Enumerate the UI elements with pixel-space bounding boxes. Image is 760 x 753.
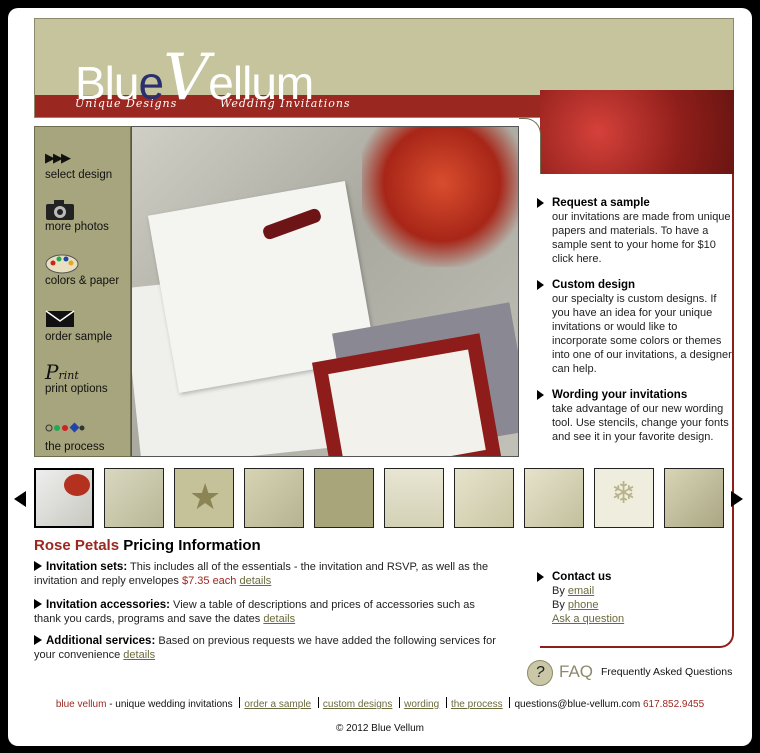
nav-colors-paper[interactable]: colors & paper (45, 253, 130, 287)
print-icon: Print (45, 360, 79, 384)
copyright: © 2012 Blue Vellum (336, 723, 424, 734)
accessories-details-link[interactable]: details (263, 613, 295, 625)
footer-process-link[interactable]: the process (451, 699, 503, 710)
thumbnail-5[interactable] (314, 468, 374, 528)
process-icon (45, 419, 130, 441)
nav-the-process[interactable]: the process (45, 419, 130, 453)
bullet-arrow-icon (34, 561, 42, 571)
tagline-wedding-invitations: Wedding Invitations (220, 97, 351, 110)
envelope-icon (45, 309, 130, 331)
nav-more-photos[interactable]: more photos (45, 199, 130, 233)
thumbnail-rose-petals[interactable] (34, 468, 94, 528)
nav-select-design[interactable]: ▶▶▶ select design (45, 147, 130, 181)
question-icon: ? (527, 660, 553, 686)
request-arrow-icon (537, 198, 544, 208)
main-product-photo (131, 126, 519, 457)
pricing-additional-services: Additional services: Based on previous r… (34, 635, 496, 661)
tagline-unique-designs: Unique Designs (75, 97, 178, 110)
nav-order-sample[interactable]: order sample (45, 309, 130, 343)
nav-print-options[interactable]: Print print options (45, 361, 130, 395)
footer-order-sample-link[interactable]: order a sample (244, 699, 311, 710)
email-link[interactable]: email (568, 585, 594, 597)
wording-arrow-icon (537, 390, 544, 400)
camera-icon (45, 199, 130, 221)
photo-flowers (362, 127, 518, 267)
thumbnail-6[interactable] (384, 468, 444, 528)
thumbnail-starfish[interactable]: ★ (174, 468, 234, 528)
thumbnail-snowflake[interactable]: ❄ (594, 468, 654, 528)
footer-custom-designs-link[interactable]: custom designs (323, 699, 392, 710)
wording-section[interactable]: Wording your invitations take advantage … (552, 388, 734, 444)
thumbnail-4[interactable] (244, 468, 304, 528)
left-navigation: ▶▶▶ select design more photos colors & p… (34, 126, 131, 457)
footer-nav: blue vellum - unique wedding invitations… (55, 697, 705, 710)
phone-link[interactable]: phone (568, 599, 599, 611)
pricing-invitation-accessories: Invitation accessories: View a table of … (34, 599, 475, 625)
thumbnail-8[interactable] (524, 468, 584, 528)
contact-arrow-icon (537, 572, 544, 582)
services-details-link[interactable]: details (123, 649, 155, 661)
request-sample-section[interactable]: Request a sample our invitations are mad… (552, 196, 734, 266)
thumbnail-2[interactable] (104, 468, 164, 528)
custom-arrow-icon (537, 280, 544, 290)
thumbnail-10[interactable] (664, 468, 724, 528)
bullet-arrow-icon (34, 599, 42, 609)
pricing-title: Rose Petals Pricing Information (34, 537, 261, 554)
pricing-invitation-sets: Invitation sets: This includes all of th… (34, 561, 489, 587)
invitation-sets-details-link[interactable]: details (239, 575, 271, 587)
thumbnail-strip: ★ ❄ (34, 468, 734, 528)
play-arrows-icon: ▶▶▶ (45, 150, 71, 165)
thumbnail-7[interactable] (454, 468, 514, 528)
faq-link[interactable]: ? FAQ Frequently Asked Questions (527, 660, 737, 686)
ask-question-link[interactable]: Ask a question (552, 613, 624, 625)
banner-flower-image (540, 90, 734, 174)
contact-section: Contact us By email By phone Ask a quest… (552, 571, 625, 625)
thumbs-next-arrow-icon[interactable] (731, 491, 743, 507)
footer-email[interactable]: questions@blue-vellum.com (514, 699, 640, 710)
palette-icon (45, 253, 130, 275)
bullet-arrow-icon (34, 635, 42, 645)
custom-design-section[interactable]: Custom design our specialty is custom de… (552, 278, 734, 376)
footer-wording-link[interactable]: wording (404, 699, 439, 710)
thumbs-prev-arrow-icon[interactable] (14, 491, 26, 507)
footer-phone: 617.852.9455 (643, 699, 705, 710)
